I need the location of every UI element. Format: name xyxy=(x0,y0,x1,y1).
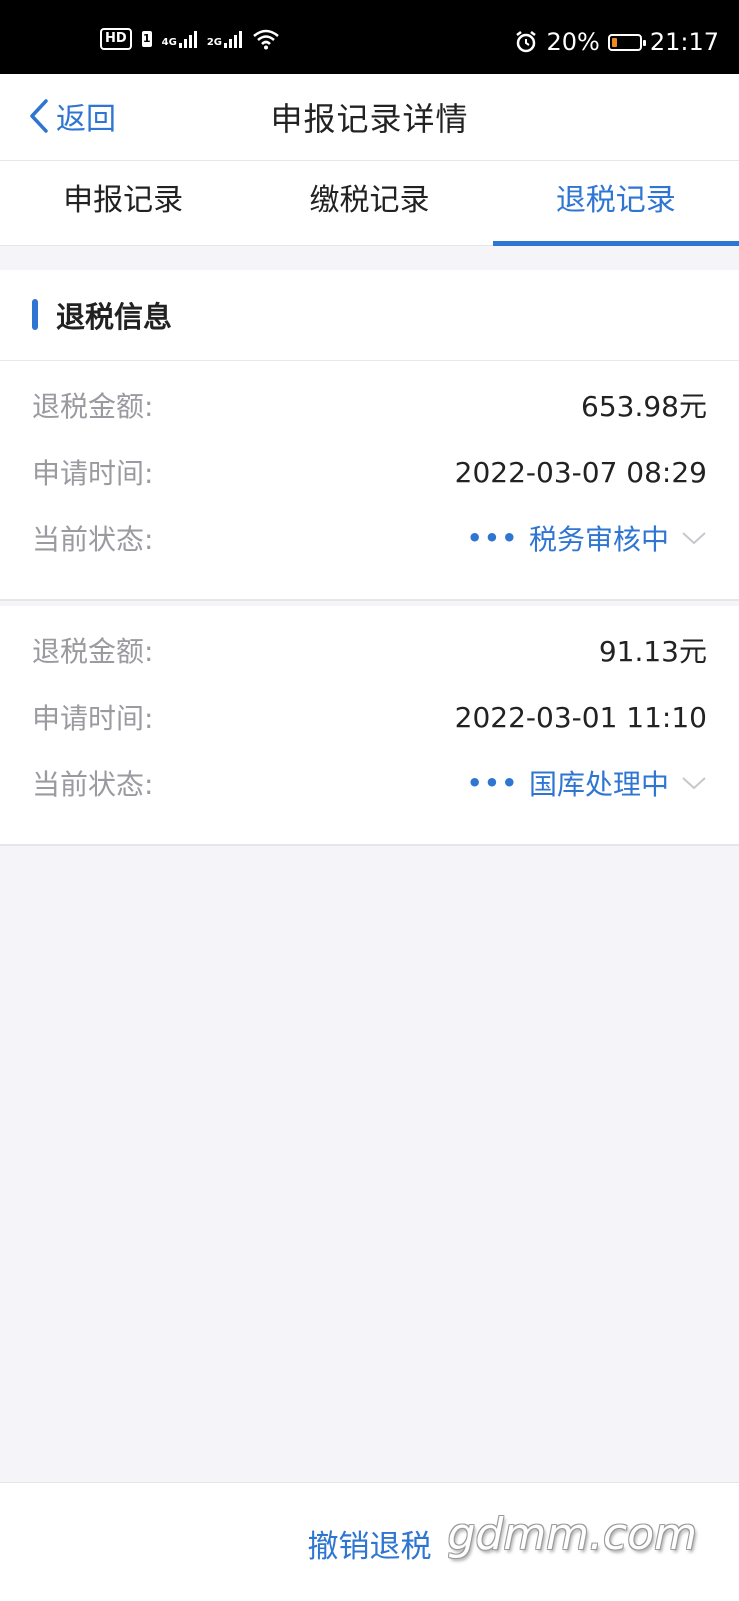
chevron-down-icon xyxy=(682,532,706,545)
amount-value: 653.98元 xyxy=(581,390,707,423)
signal-icon-2: 2G xyxy=(206,30,243,48)
status-dropdown[interactable]: ••• 税务审核中 xyxy=(467,518,707,558)
status-bar: HD 1 4G 2G 20% 21:17 xyxy=(0,0,739,74)
hd-icon: HD xyxy=(100,28,132,50)
status-label: 当前状态: xyxy=(32,523,154,556)
status-row: 当前状态: ••• 国库处理中 xyxy=(32,761,707,805)
amount-value: 91.13元 xyxy=(598,635,707,668)
bottom-action-bar: 撤销退税 gdmm.com xyxy=(0,1482,739,1601)
chevron-down-icon xyxy=(682,777,706,790)
watermark: gdmm.com xyxy=(447,1509,697,1560)
status-bar-right: 20% 21:17 xyxy=(514,28,719,56)
status-value: 国库处理中 xyxy=(528,768,669,801)
status-dropdown[interactable]: ••• 国库处理中 xyxy=(467,763,707,803)
amount-label: 退税金额: xyxy=(32,635,154,668)
tab-bar: 申报记录 缴税记录 退税记录 xyxy=(0,161,739,246)
battery-percent: 20% xyxy=(546,28,600,56)
nav-bar: 返回 申报记录详情 xyxy=(0,74,739,161)
tab-payment-records[interactable]: 缴税记录 xyxy=(246,161,492,245)
status-bar-left: HD 1 4G 2G xyxy=(100,28,280,50)
wifi-icon xyxy=(253,29,279,50)
section-title: 退税信息 xyxy=(56,300,173,334)
battery-icon xyxy=(607,33,646,51)
apply-time-label: 申请时间: xyxy=(32,457,154,490)
apply-time-label: 申请时间: xyxy=(32,702,154,735)
apply-time-value: 2022-03-01 11:10 xyxy=(454,700,707,734)
section-accent-bar xyxy=(32,299,38,330)
signal-icon: 4G xyxy=(161,30,197,48)
page-title: 申报记录详情 xyxy=(270,100,469,138)
tab-declaration-records[interactable]: 申报记录 xyxy=(0,161,246,245)
status-row: 当前状态: ••• 税务审核中 xyxy=(32,516,707,560)
more-dots-icon: ••• xyxy=(466,769,519,797)
apply-time-row: 申请时间: 2022-03-07 08:29 xyxy=(32,450,707,494)
network-type-label: 4G xyxy=(161,36,177,48)
amount-row: 退税金额: 91.13元 xyxy=(32,628,707,672)
alarm-icon xyxy=(516,31,537,53)
section-header: 退税信息 xyxy=(0,270,739,361)
refund-record-card: 退税金额: 653.98元 申请时间: 2022-03-07 08:29 当前状… xyxy=(0,361,739,601)
sim-icon: 1 xyxy=(141,31,152,47)
status-label: 当前状态: xyxy=(32,768,154,801)
more-dots-icon: ••• xyxy=(466,524,519,552)
apply-time-row: 申请时间: 2022-03-01 11:10 xyxy=(32,695,707,739)
clock: 21:17 xyxy=(649,28,719,56)
status-value: 税务审核中 xyxy=(528,523,669,556)
apply-time-value: 2022-03-07 08:29 xyxy=(454,455,707,489)
amount-row: 退税金额: 653.98元 xyxy=(32,383,707,427)
amount-label: 退税金额: xyxy=(32,390,154,423)
refund-record-card: 退税金额: 91.13元 申请时间: 2022-03-01 11:10 当前状态… xyxy=(0,606,739,846)
signal-bars xyxy=(178,30,197,48)
tab-refund-records[interactable]: 退税记录 xyxy=(492,161,739,246)
network-type-label-2: 2G xyxy=(206,36,223,48)
battery-fill xyxy=(611,37,617,47)
signal-bars-2 xyxy=(224,30,243,48)
